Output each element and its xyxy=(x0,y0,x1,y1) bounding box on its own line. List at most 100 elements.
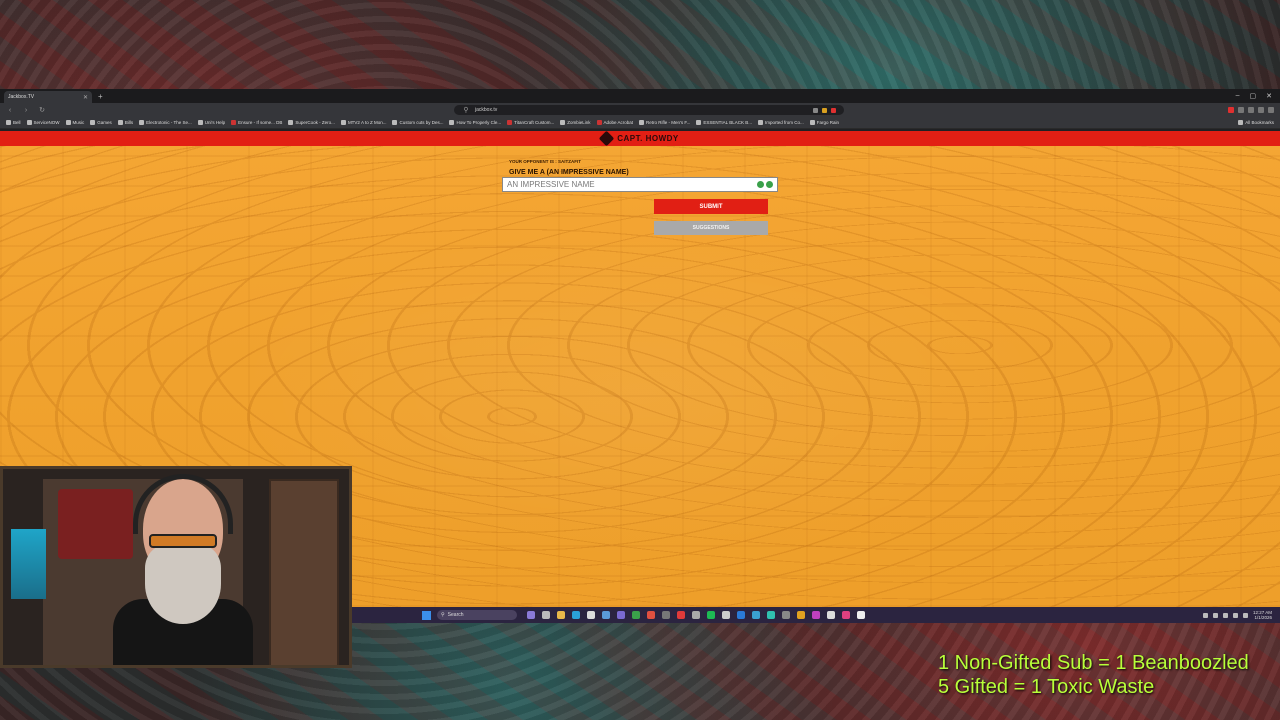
answer-field[interactable] xyxy=(502,177,778,192)
bookmark-item[interactable]: Bills xyxy=(117,120,133,125)
site-info-icon[interactable]: ⚲ xyxy=(462,106,470,114)
bookmark-item[interactable]: How To Properly Cle... xyxy=(449,120,501,125)
bookmark-item[interactable]: TitanCraft Custom... xyxy=(507,120,554,125)
reload-icon[interactable]: ↻ xyxy=(38,106,46,114)
submit-button[interactable]: SUBMIT xyxy=(654,199,768,214)
app-icon[interactable] xyxy=(782,611,790,619)
spotify-icon[interactable] xyxy=(707,611,715,619)
copilot-icon[interactable] xyxy=(527,611,535,619)
extension-icon[interactable] xyxy=(1238,107,1244,113)
bookmark-item[interactable]: ServiceNOW xyxy=(26,120,60,125)
bookmark-icon xyxy=(231,120,237,125)
taskbar-search[interactable]: ⚲ Search xyxy=(437,610,517,620)
clock-date: 1/1/2026 xyxy=(1254,615,1272,620)
password-manager-icon[interactable] xyxy=(757,181,764,188)
share-icon[interactable] xyxy=(813,107,818,113)
streamer-glasses xyxy=(149,534,217,548)
back-icon[interactable]: ‹ xyxy=(6,107,14,114)
system-tray: 12:27 AM 1/1/2026 xyxy=(1202,610,1280,620)
address-bar[interactable]: ⚲ jackbox.tv xyxy=(454,105,844,115)
bookmark-icon xyxy=(507,120,513,125)
bookmark-item[interactable]: ESSENTIAL BLACK B... xyxy=(696,120,752,125)
forward-icon[interactable]: › xyxy=(22,107,30,114)
extension-icon[interactable] xyxy=(1248,107,1254,113)
folder-icon xyxy=(117,120,123,125)
player-header: CAPT. HOWDY xyxy=(0,130,1280,147)
webcam-feed xyxy=(0,466,352,668)
folder-icon xyxy=(1238,120,1244,125)
bookmark-item[interactable]: Adobe Acrobat xyxy=(596,120,633,125)
windows-start-icon[interactable] xyxy=(422,610,431,620)
tab-jackbox[interactable]: Jackbox.TV ✕ xyxy=(4,91,92,103)
app-icon[interactable] xyxy=(752,611,760,619)
maximize-icon[interactable]: ▢ xyxy=(1250,92,1257,100)
profile-icon[interactable] xyxy=(1258,107,1264,113)
network-icon[interactable] xyxy=(1232,612,1238,618)
bookmark-item[interactable]: Music xyxy=(65,120,84,125)
obs-icon[interactable] xyxy=(827,611,835,619)
extension-icon[interactable] xyxy=(1228,107,1234,113)
bookmark-star-icon[interactable] xyxy=(831,107,836,113)
teams-icon[interactable] xyxy=(617,611,625,619)
bookmark-item[interactable]: Retro Rifle - Men's F... xyxy=(639,120,690,125)
bookmark-item[interactable]: ZombieLink xyxy=(560,120,591,125)
app-icon[interactable] xyxy=(797,611,805,619)
app-icon[interactable] xyxy=(842,611,850,619)
volume-icon[interactable] xyxy=(1242,612,1248,618)
grammar-check-icon[interactable] xyxy=(766,181,773,188)
task-view-icon[interactable] xyxy=(542,611,550,619)
bookmark-item[interactable]: Bell xyxy=(6,120,21,125)
bookmark-item[interactable]: Imported from Co... xyxy=(758,120,804,125)
extension-icon[interactable] xyxy=(822,107,827,113)
url-text: jackbox.tv xyxy=(475,107,498,113)
tray-icon[interactable] xyxy=(1212,612,1218,618)
suggestions-button[interactable]: SUGGESTIONS xyxy=(654,221,768,235)
folder-icon xyxy=(340,120,346,125)
bookmark-icon xyxy=(596,120,602,125)
bookmark-icon xyxy=(809,120,815,125)
tray-icon[interactable] xyxy=(1222,612,1228,618)
tray-chevron-icon[interactable] xyxy=(1202,612,1208,618)
app-icon[interactable] xyxy=(662,611,670,619)
bookmark-item[interactable]: Uni's Help xyxy=(197,120,225,125)
app-icon[interactable] xyxy=(857,611,865,619)
app-icon[interactable] xyxy=(647,611,655,619)
bookmark-item[interactable]: SuperCook - Zero... xyxy=(288,120,335,125)
menu-icon[interactable] xyxy=(1268,107,1274,113)
close-window-icon[interactable]: ✕ xyxy=(1266,92,1272,100)
sub-goal-line-2: 5 Gifted = 1 Toxic Waste xyxy=(938,676,1155,698)
browser-toolbar: ‹ › ↻ ⚲ jackbox.tv xyxy=(0,103,1280,117)
bookmark-item[interactable]: Ensure - If some... DB xyxy=(231,120,282,125)
chrome-icon[interactable] xyxy=(632,611,640,619)
taskbar-clock[interactable]: 12:27 AM 1/1/2026 xyxy=(1253,610,1272,620)
folder-icon xyxy=(90,120,96,125)
headset-icon xyxy=(133,474,233,534)
bookmark-item[interactable]: MTV2 A to Z Mon... xyxy=(340,120,386,125)
minimize-icon[interactable]: – xyxy=(1236,92,1240,100)
webcam-rgb-light xyxy=(11,529,46,599)
tab-title: Jackbox.TV xyxy=(8,94,35,100)
bookmark-item[interactable]: Fargo Rain xyxy=(809,120,839,125)
close-tab-icon[interactable]: ✕ xyxy=(83,94,88,101)
bookmark-item[interactable]: Electrotonic - The Se... xyxy=(139,120,192,125)
app-icon[interactable] xyxy=(602,611,610,619)
bookmark-item[interactable]: Custom cuts by Des... xyxy=(392,120,443,125)
folder-icon xyxy=(65,120,71,125)
app-icon[interactable] xyxy=(737,611,745,619)
search-icon: ⚲ xyxy=(441,612,445,618)
new-tab-icon[interactable]: + xyxy=(98,92,103,101)
bookmark-item[interactable]: Games xyxy=(90,120,112,125)
all-bookmarks-button[interactable]: All Bookmarks xyxy=(1238,120,1274,125)
app-icon[interactable] xyxy=(722,611,730,619)
bookmark-icon xyxy=(449,120,455,125)
input-extension-icons xyxy=(757,181,773,188)
app-icon[interactable] xyxy=(677,611,685,619)
answer-input[interactable] xyxy=(507,180,757,189)
sub-goal-line-1: 1 Non-Gifted Sub = 1 Beanboozled xyxy=(938,652,1249,674)
app-icon[interactable] xyxy=(587,611,595,619)
app-icon[interactable] xyxy=(767,611,775,619)
app-icon[interactable] xyxy=(812,611,820,619)
edge-icon[interactable] xyxy=(572,611,580,619)
app-icon[interactable] xyxy=(692,611,700,619)
file-explorer-icon[interactable] xyxy=(557,611,565,619)
